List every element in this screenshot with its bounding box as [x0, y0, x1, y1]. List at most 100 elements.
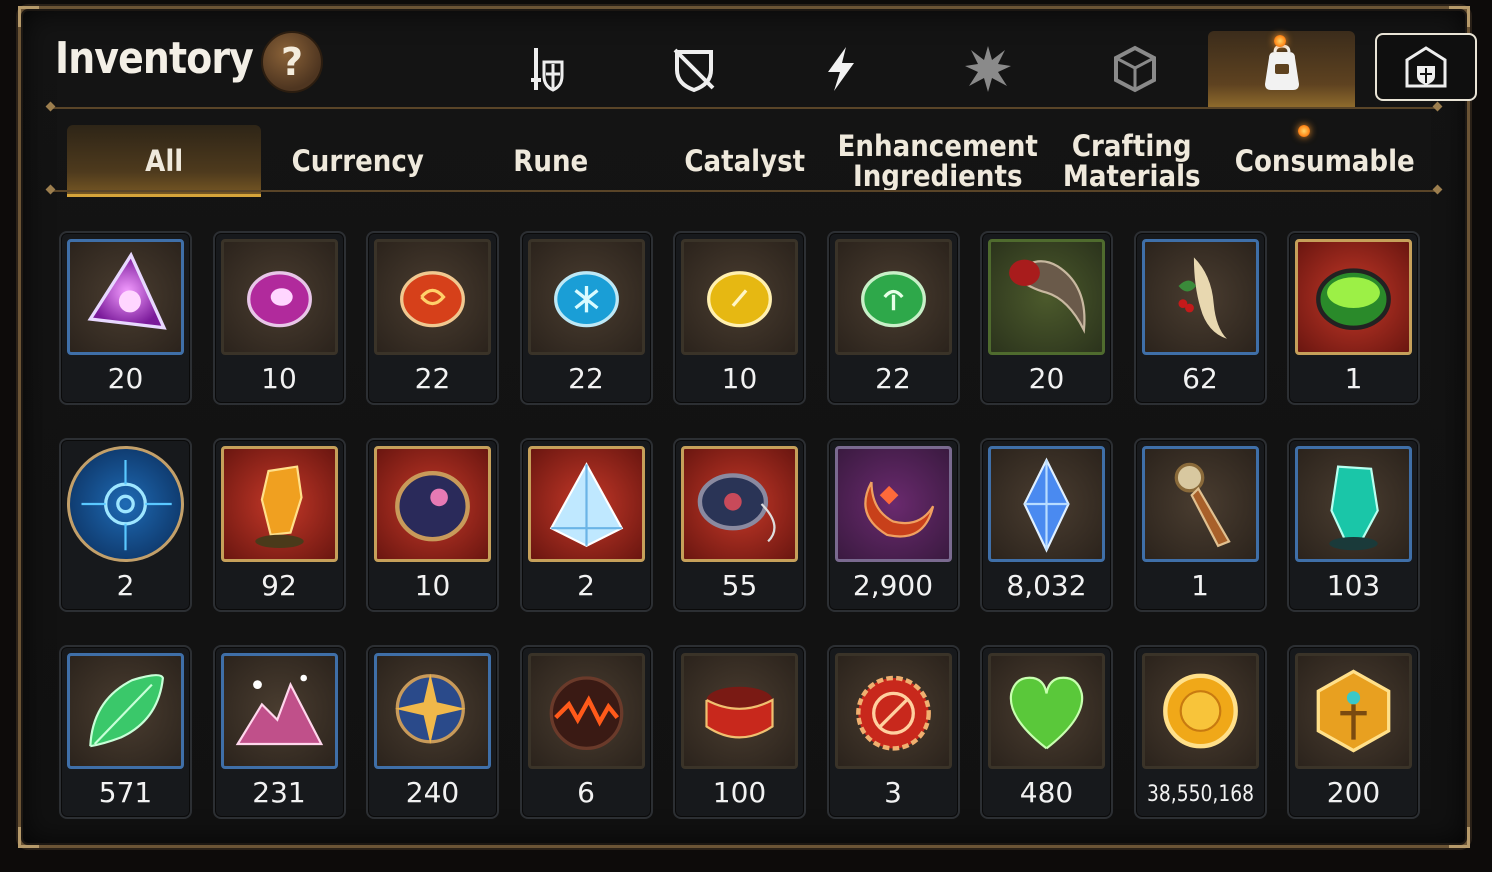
guild-shield-icon	[1405, 46, 1447, 88]
panel-corner	[18, 827, 39, 848]
tab-catalyst[interactable]: Catalyst	[657, 125, 831, 197]
inventory-slot[interactable]: 62	[1133, 231, 1267, 405]
lightning-icon	[827, 47, 854, 91]
item-count: 103	[1326, 569, 1381, 602]
gold-coin-icon	[1162, 673, 1238, 749]
page-title: Inventory	[55, 33, 254, 84]
sword-shield-icon	[530, 48, 563, 92]
cube-icon	[1113, 45, 1156, 93]
inventory-slot[interactable]: 1	[1287, 231, 1420, 405]
item-count: 2,900	[852, 569, 934, 602]
dagger-key-icon	[1174, 462, 1231, 548]
category-icon-nav	[473, 31, 1477, 107]
item-count: 20	[1028, 362, 1065, 395]
inventory-slot[interactable]: 1	[1133, 438, 1267, 612]
inventory-slot[interactable]: 10	[366, 438, 499, 612]
item-count: 3	[884, 776, 902, 809]
inventory-slot[interactable]: 10	[212, 231, 346, 405]
help-button[interactable]: ?	[261, 31, 323, 93]
item-count: 1	[1191, 569, 1209, 602]
inventory-slot[interactable]: 240	[366, 645, 499, 819]
yellow-oval-rune-icon	[707, 271, 772, 328]
inventory-slot[interactable]: 20	[59, 231, 192, 405]
inventory-slot[interactable]: 2,900	[826, 438, 960, 612]
inventory-slot[interactable]: 231	[212, 645, 346, 819]
item-count: 10	[721, 362, 758, 395]
nav-inventory[interactable]	[1208, 31, 1355, 107]
inventory-slot[interactable]: 92	[212, 438, 346, 612]
inventory-slot[interactable]: 103	[1287, 438, 1420, 612]
inventory-slot[interactable]: 200	[1287, 645, 1420, 819]
broken-shield-icon	[673, 48, 714, 93]
inventory-slot[interactable]: 8,032	[980, 438, 1113, 612]
inventory-slot[interactable]: 100	[673, 645, 806, 819]
green-potion-bowl-icon	[1316, 268, 1391, 330]
tab-consumable-wrap: Consumable	[1228, 125, 1422, 197]
inventory-slot[interactable]: 22	[366, 231, 499, 405]
inventory-slot[interactable]: 6	[519, 645, 653, 819]
tab-consumable[interactable]: Consumable	[1235, 125, 1415, 197]
inventory-slot[interactable]: 2	[519, 438, 653, 612]
nav-equipment[interactable]	[473, 31, 620, 107]
inventory-slot[interactable]: 22	[519, 231, 653, 405]
inventory-slot[interactable]: 571	[59, 645, 192, 819]
item-count: 2	[577, 569, 595, 602]
item-count: 8,032	[1006, 569, 1087, 602]
panel-corner	[1449, 827, 1470, 848]
item-count: 240	[405, 776, 460, 809]
inventory-slot[interactable]: 22	[826, 231, 960, 405]
item-count: 480	[1019, 776, 1074, 809]
fire-orb-icon	[549, 676, 623, 751]
item-count: 92	[261, 569, 297, 602]
item-count: 1	[1344, 362, 1363, 395]
nav-skills[interactable]	[767, 31, 914, 107]
nav-cube[interactable]	[1061, 31, 1208, 107]
crescent-charm-icon	[863, 481, 934, 538]
tab-crafting-materials[interactable]: Crafting Materials	[1044, 125, 1218, 197]
red-oval-rune-icon	[400, 271, 465, 328]
item-count: 22	[414, 362, 451, 395]
beast-claw-icon	[1009, 259, 1086, 334]
item-count: 6	[577, 776, 595, 809]
star-compass-icon	[395, 673, 466, 744]
nav-burst[interactable]	[914, 31, 1061, 107]
divider	[51, 107, 1437, 109]
inventory-slot[interactable]: 38,550,168	[1133, 645, 1267, 819]
inventory-slot[interactable]: 480	[980, 645, 1113, 819]
item-count: 100	[712, 776, 767, 809]
cosmic-disc-icon	[395, 471, 470, 542]
notification-dot	[1274, 35, 1286, 47]
pink-crystal-pile-icon	[235, 674, 323, 746]
panel-corner	[18, 6, 39, 27]
blue-magic-circle-icon	[81, 460, 172, 551]
amber-crystal-icon	[254, 465, 304, 548]
tab-currency[interactable]: Currency	[270, 125, 444, 197]
red-bracelet-icon	[705, 686, 774, 739]
divider	[51, 190, 1437, 192]
inventory-slot[interactable]: 55	[673, 438, 806, 612]
nav-guild[interactable]	[1375, 33, 1477, 101]
inventory-slot[interactable]: 3	[826, 645, 960, 819]
tab-rune[interactable]: Rune	[464, 125, 638, 197]
green-leaf-icon	[89, 674, 165, 748]
blue-oval-rune-icon	[553, 271, 619, 328]
inventory-slot[interactable]: 20	[980, 231, 1113, 405]
inventory-slot[interactable]: 2	[59, 438, 192, 612]
inventory-slot[interactable]: 10	[673, 231, 806, 405]
pendant-disc-icon	[697, 473, 776, 543]
item-count: 10	[261, 362, 297, 395]
item-count: 62	[1182, 362, 1218, 395]
tab-enhancement-ingredients[interactable]: Enhancement Ingredients	[838, 125, 1038, 197]
green-heart-icon	[1009, 676, 1084, 750]
tab-all[interactable]: All	[67, 125, 261, 197]
ginseng-root-icon	[1178, 257, 1227, 339]
inventory-panel: Inventory ? All Currency Rune Catalyst E…	[18, 6, 1477, 848]
gold-emblem-icon	[1316, 669, 1391, 753]
nav-broken-gear[interactable]	[620, 31, 767, 107]
blue-diamond-icon	[1023, 457, 1070, 553]
item-count: 2	[116, 569, 135, 602]
item-count: 55	[721, 569, 758, 602]
purple-oval-rune-icon	[246, 271, 312, 328]
item-count: 22	[875, 362, 911, 395]
tab-label: All	[144, 144, 183, 178]
